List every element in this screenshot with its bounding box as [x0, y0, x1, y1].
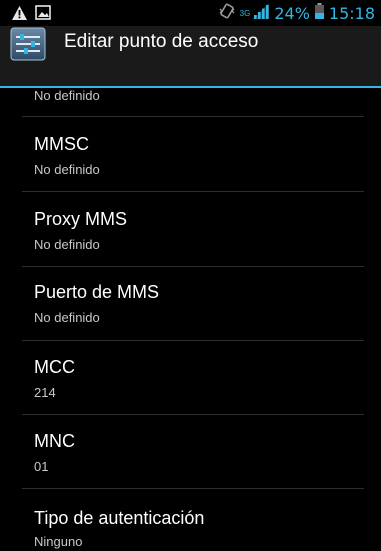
- list-item-puerto-mms[interactable]: Puerto de MMS No definido: [22, 267, 364, 341]
- item-title: Puerto de MMS: [34, 282, 160, 302]
- system-status: 3G 24% 15:18: [219, 3, 375, 23]
- signal-icon: [253, 3, 270, 23]
- settings-list: No definido MMSC No definido Proxy MMS N…: [0, 88, 381, 551]
- battery-percent: 24%: [274, 3, 310, 23]
- settings-sliders-icon[interactable]: [10, 27, 46, 61]
- status-bar: 3G 24% 15:18: [0, 0, 381, 26]
- image-icon: [35, 5, 51, 24]
- item-title: MCC: [34, 357, 75, 377]
- item-value: No definido: [34, 162, 100, 177]
- clock: 15:18: [328, 3, 375, 23]
- battery-icon: [314, 3, 324, 23]
- item-value: 01: [34, 459, 49, 474]
- warning-icon: [12, 5, 27, 24]
- item-value: Ninguno: [34, 534, 83, 549]
- page-title: Editar punto de acceso: [64, 31, 259, 52]
- list-item-mnc[interactable]: MNC 01: [22, 415, 364, 489]
- item-value: No definido: [34, 237, 100, 252]
- list-item-mmsc[interactable]: MMSC No definido: [22, 117, 364, 191]
- notification-icons: [12, 5, 51, 24]
- item-value: No definido: [34, 310, 100, 325]
- item-title: MMSC: [34, 134, 89, 154]
- vibrate-icon: [219, 3, 235, 23]
- item-value: 214: [34, 385, 56, 400]
- list-item-mcc[interactable]: MCC 214: [22, 341, 364, 415]
- list-item-tipo-autenticacion[interactable]: Tipo de autenticación Ninguno: [22, 489, 364, 551]
- list-item-proxy-mms[interactable]: Proxy MMS No definido: [22, 192, 364, 266]
- partial-item-value: No definido: [34, 88, 100, 103]
- network-type-label: 3G: [239, 8, 251, 18]
- item-title: Proxy MMS: [34, 209, 128, 229]
- item-title: Tipo de autenticación: [34, 508, 205, 528]
- item-title: MNC: [34, 431, 75, 451]
